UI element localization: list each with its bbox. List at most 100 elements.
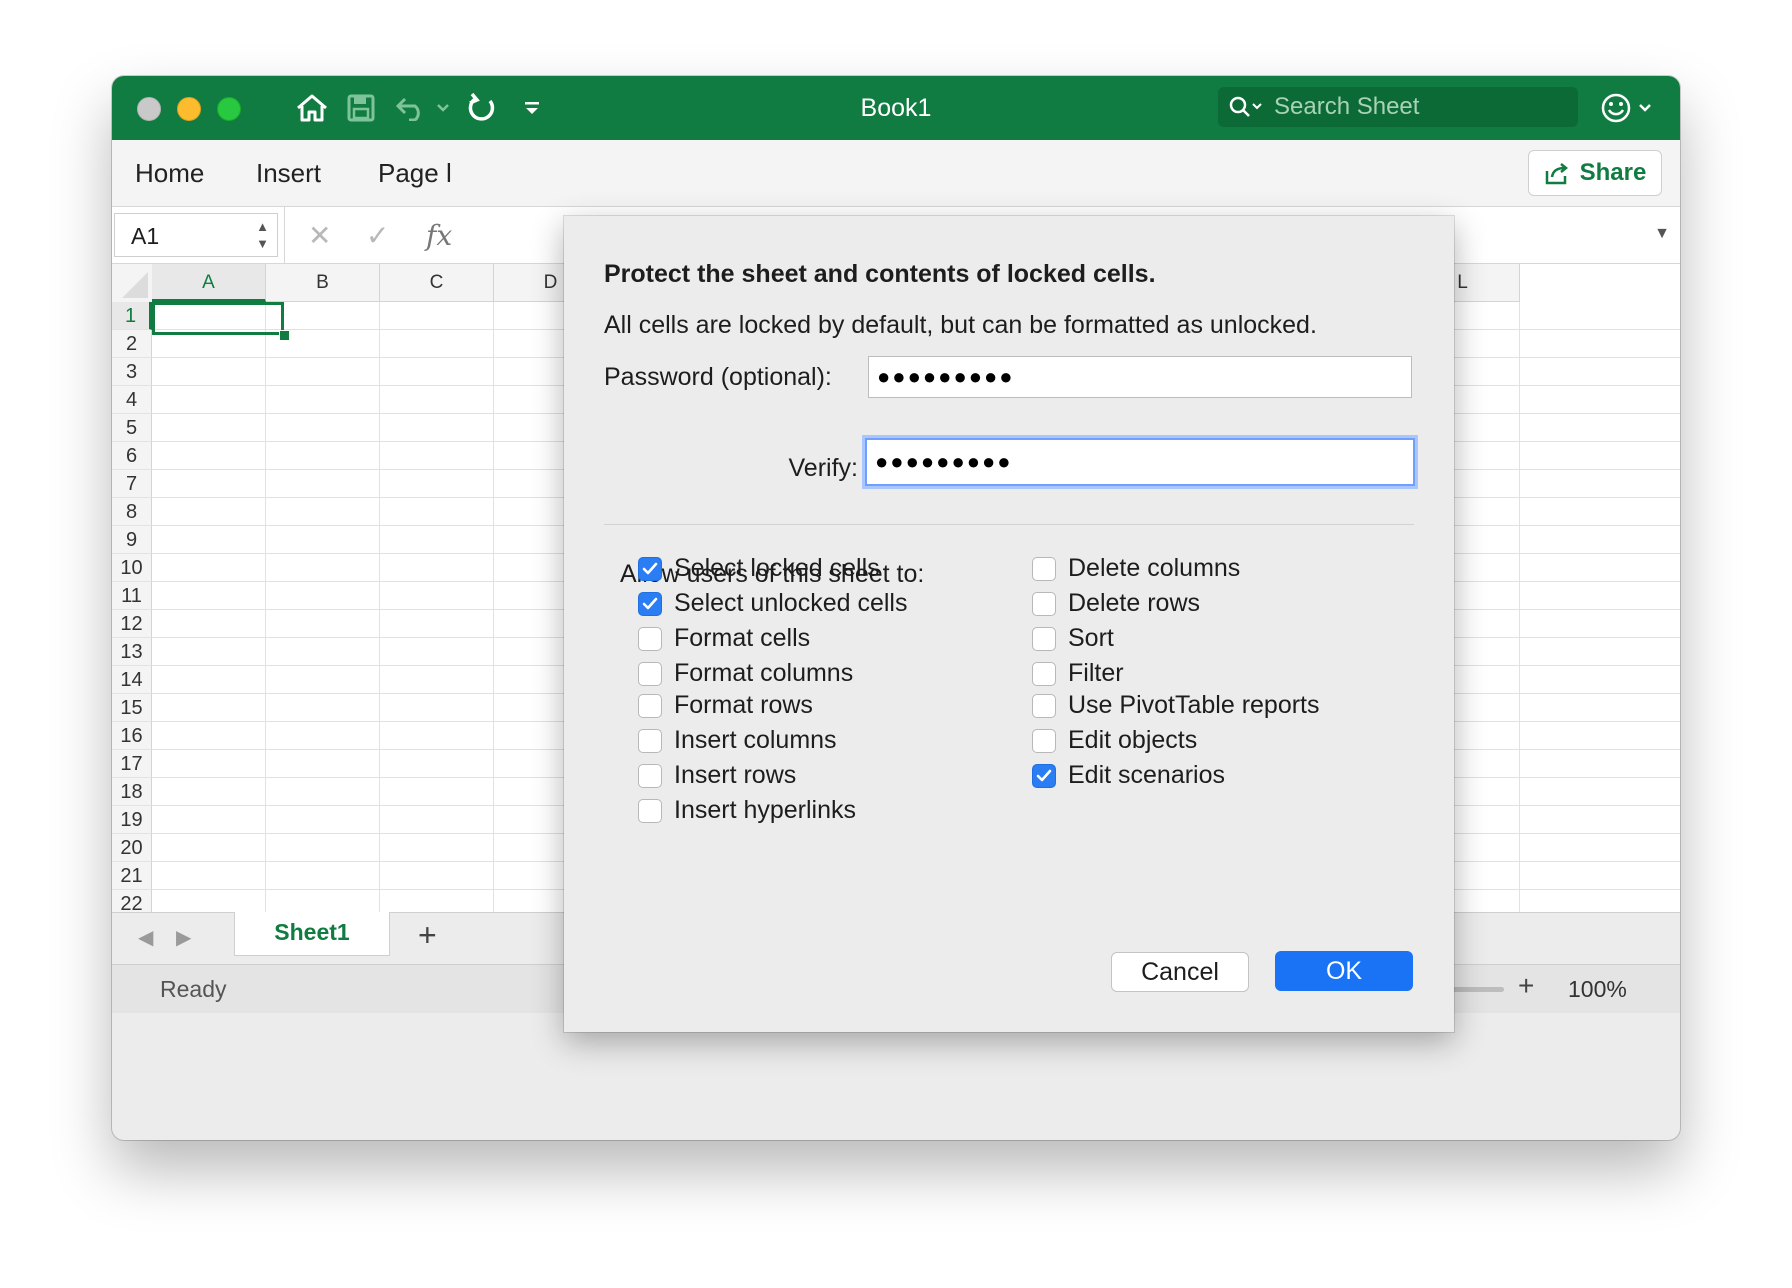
previous-sheet-icon[interactable]: ◀ [138,925,153,950]
checkbox-checked[interactable] [1032,763,1056,788]
smiley-feedback-icon[interactable] [1600,90,1660,126]
cancel-entry-icon[interactable]: ✕ [308,219,331,252]
verify-field[interactable]: ●●●●●●●●● [865,438,1415,486]
checkbox-unchecked[interactable] [638,661,662,686]
undo-dropdown-chevron-icon[interactable] [434,90,452,126]
checkbox-unchecked[interactable] [638,798,662,823]
permission-option[interactable]: Format columns [638,659,853,688]
checkbox-unchecked[interactable] [638,763,662,788]
tab-home[interactable]: Home [135,158,204,189]
row-header[interactable]: 12 [112,610,152,638]
checkbox-unchecked[interactable] [1032,693,1056,718]
checkbox-unchecked[interactable] [1032,591,1056,616]
row-header[interactable]: 14 [112,666,152,694]
row-header[interactable]: 10 [112,554,152,582]
row-header[interactable]: 19 [112,806,152,834]
permission-option[interactable]: Format cells [638,624,810,653]
row-header[interactable]: 17 [112,750,152,778]
share-button[interactable]: Share [1528,150,1662,196]
permission-option[interactable]: Delete rows [1032,589,1200,618]
permission-option[interactable]: Format rows [638,691,813,720]
minimize-window-button[interactable] [177,97,201,121]
save-icon[interactable] [344,90,378,126]
checkbox-checked[interactable] [638,556,662,581]
checkbox-unchecked[interactable] [1032,626,1056,651]
permission-option[interactable]: Delete columns [1032,554,1240,583]
permission-option[interactable]: Insert rows [638,761,796,790]
permission-option[interactable]: Use PivotTable reports [1032,691,1320,720]
row-header[interactable]: 4 [112,386,152,414]
cancel-button[interactable]: Cancel [1111,952,1249,992]
expand-formula-bar-icon[interactable]: ▼ [1654,225,1670,243]
grid-column-line [265,302,266,912]
share-icon [1544,161,1570,185]
share-label: Share [1579,159,1647,186]
permission-option[interactable]: Sort [1032,624,1114,653]
row-header[interactable]: 21 [112,862,152,890]
checkmark-icon [642,562,658,574]
name-box[interactable]: A1 ▲ ▼ [114,213,278,257]
checkbox-checked[interactable] [638,591,662,616]
checkbox-unchecked[interactable] [638,728,662,753]
permission-option[interactable]: Select unlocked cells [638,589,907,618]
tab-insert[interactable]: Insert [256,158,321,189]
row-header[interactable]: 9 [112,526,152,554]
row-header[interactable]: 16 [112,722,152,750]
permission-option[interactable]: Edit objects [1032,726,1197,755]
search-placeholder: Search Sheet [1274,93,1420,120]
row-header[interactable]: 15 [112,694,152,722]
row-header[interactable]: 3 [112,358,152,386]
permission-option-label: Insert hyperlinks [674,796,857,824]
row-header[interactable]: 8 [112,498,152,526]
home-icon[interactable] [292,90,332,126]
dialog-description: All cells are locked by default, but can… [604,311,1317,339]
name-box-stepper-icon[interactable]: ▲ ▼ [256,218,269,252]
close-window-button[interactable] [137,97,161,121]
checkbox-unchecked[interactable] [1032,556,1056,581]
permission-option-label: Insert rows [674,761,797,789]
search-sheet-field[interactable]: Search Sheet [1218,87,1578,127]
column-header[interactable]: C [380,264,494,302]
row-header[interactable]: 5 [112,414,152,442]
checkbox-unchecked[interactable] [638,693,662,718]
row-header[interactable]: 20 [112,834,152,862]
checkbox-unchecked[interactable] [1032,661,1056,686]
permission-option-label: Edit objects [1068,726,1198,754]
column-header[interactable]: A [152,264,266,302]
column-header[interactable]: B [266,264,380,302]
row-header[interactable]: 18 [112,778,152,806]
add-sheet-button[interactable]: + [418,917,437,954]
zoom-level[interactable]: 100% [1568,976,1627,1003]
row-header[interactable]: 22 [112,890,152,912]
redo-icon[interactable] [464,90,500,126]
password-field[interactable]: ●●●●●●●●● [868,356,1412,398]
row-header[interactable]: 13 [112,638,152,666]
row-header[interactable]: 6 [112,442,152,470]
customize-toolbar-icon[interactable] [520,90,544,126]
undo-icon[interactable] [394,90,430,126]
permission-option[interactable]: Select locked cells [638,554,880,583]
zoom-in-button[interactable]: + [1518,970,1534,1002]
row-header[interactable]: 11 [112,582,152,610]
zoom-window-button[interactable] [217,97,241,121]
checkbox-unchecked[interactable] [638,626,662,651]
row-header[interactable]: 1 [112,302,152,330]
row-header[interactable]: 2 [112,330,152,358]
permission-option[interactable]: Insert hyperlinks [638,796,856,825]
tab-page-layout[interactable]: Page l [378,158,452,189]
checkbox-unchecked[interactable] [1032,728,1056,753]
sheet-tab[interactable]: Sheet1 [234,912,390,956]
next-sheet-icon[interactable]: ▶ [176,925,191,950]
password-label: Password (optional): [604,363,832,391]
confirm-entry-icon[interactable]: ✓ [366,219,389,252]
permission-option[interactable]: Edit scenarios [1032,761,1225,790]
insert-function-icon[interactable]: fx [426,219,452,252]
fill-handle[interactable] [279,330,290,341]
formula-bar-divider [284,207,285,263]
permission-option[interactable]: Insert columns [638,726,837,755]
checkmark-icon [1036,769,1052,781]
row-header[interactable]: 7 [112,470,152,498]
select-all-corner[interactable] [112,264,153,303]
ok-button[interactable]: OK [1275,951,1413,991]
permission-option[interactable]: Filter [1032,659,1124,688]
